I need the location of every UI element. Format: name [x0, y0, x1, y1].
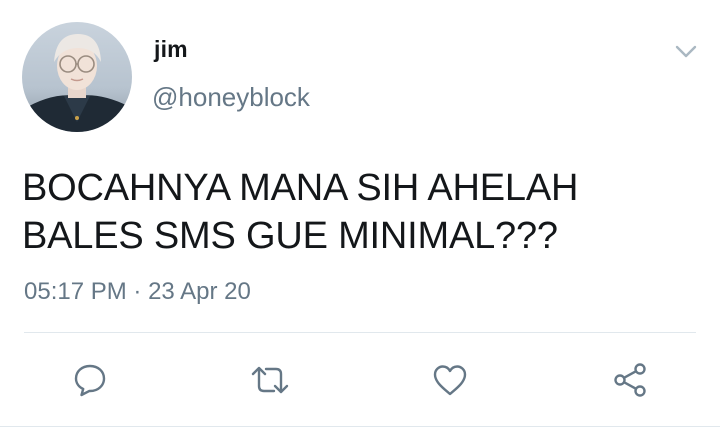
share-button[interactable] [610, 360, 650, 400]
tweet-date: 23 Apr 20 [148, 278, 251, 305]
reply-button[interactable] [70, 360, 110, 400]
share-icon [614, 363, 646, 397]
tweet-text-line: BOCAHNYA MANA SIH AHELAH [22, 167, 579, 209]
chevron-down-icon[interactable] [672, 40, 700, 64]
tweet-timestamp[interactable]: 05:17 PM · 23 Apr 20 [24, 278, 251, 306]
retweet-button[interactable] [250, 360, 290, 400]
bottom-divider [0, 426, 720, 427]
tweet-time: 05:17 PM [24, 278, 127, 305]
display-name[interactable]: jim [154, 36, 188, 63]
tweet-text-line: BALES SMS GUE MINIMAL??? [22, 215, 558, 257]
divider [24, 332, 696, 333]
tweet-card: jim @honeyblock BOCAHNYA MANA SIH AHELAH… [0, 0, 720, 439]
meta-separator: · [133, 278, 142, 305]
reply-icon [74, 364, 106, 397]
like-button[interactable] [430, 360, 470, 400]
retweet-icon [251, 366, 289, 394]
avatar[interactable] [22, 22, 132, 132]
user-handle[interactable]: @honeyblock [152, 82, 310, 113]
tweet-text: BOCAHNYA MANA SIH AHELAH BALES SMS GUE M… [22, 164, 702, 260]
heart-icon [433, 365, 467, 396]
